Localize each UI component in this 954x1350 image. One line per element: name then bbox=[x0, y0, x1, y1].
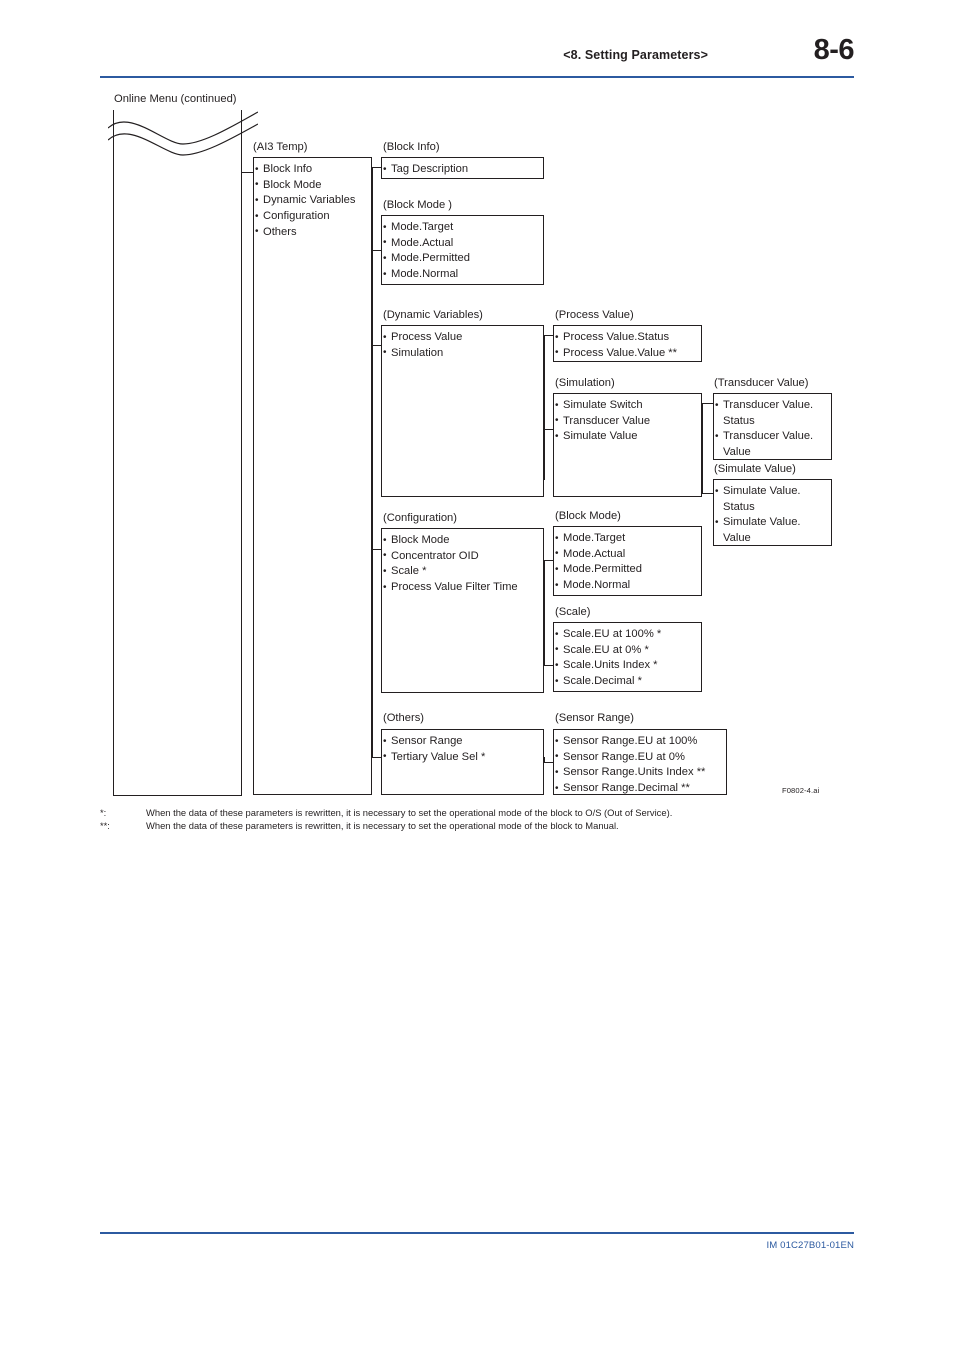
break-wave-icon bbox=[108, 111, 258, 156]
figure-id-label: F0802-4.ai bbox=[782, 786, 820, 795]
list-item[interactable]: Simulate Switch bbox=[554, 398, 701, 414]
list-item[interactable]: Simulate Value. bbox=[714, 515, 831, 531]
footnote-marker: **: bbox=[100, 820, 110, 832]
caption-process-value: (Process Value) bbox=[555, 309, 634, 321]
list-item[interactable]: Scale * bbox=[382, 564, 543, 580]
list-item[interactable]: Scale.EU at 0% * bbox=[554, 642, 701, 659]
list-item[interactable]: Transducer Value bbox=[554, 413, 701, 430]
list-item[interactable]: Sensor Range.EU at 0% bbox=[554, 749, 726, 766]
connector-column-to-ai3temp bbox=[241, 172, 253, 174]
list-item-continuation: Value bbox=[723, 532, 751, 545]
list-item[interactable]: Mode.Target bbox=[382, 220, 543, 236]
list-item[interactable]: Block Mode bbox=[382, 533, 543, 549]
caption-others: (Others) bbox=[383, 712, 425, 724]
list-item[interactable]: Mode.Normal bbox=[382, 267, 543, 283]
footnote-marker: *: bbox=[100, 807, 107, 818]
node-others[interactable]: Sensor Range Tertiary Value Sel * bbox=[381, 729, 544, 795]
list-item[interactable]: Tag Description bbox=[382, 162, 543, 178]
caption-ai3-temp: (AI3 Temp) bbox=[253, 141, 308, 153]
list-item[interactable]: Mode.Actual bbox=[554, 546, 701, 563]
list-item[interactable]: Scale.EU at 100% * bbox=[554, 627, 701, 643]
connector-simulation-stem bbox=[702, 403, 704, 493]
caption-scale: (Scale) bbox=[555, 606, 591, 618]
list-item-continuation: Status bbox=[723, 500, 755, 513]
caption-simulate-value: (Simulate Value) bbox=[714, 463, 796, 475]
node-simulate-value[interactable]: Simulate Value. Status Simulate Value. V… bbox=[713, 479, 832, 546]
list-item[interactable]: Mode.Permitted bbox=[382, 251, 543, 267]
menu-column-left-edge bbox=[113, 110, 115, 796]
list-item[interactable]: Process Value.Status bbox=[554, 330, 701, 346]
node-block-mode-2[interactable]: Mode.Target Mode.Actual Mode.Permitted M… bbox=[553, 526, 702, 596]
list-item[interactable]: Concentrator OID bbox=[382, 548, 543, 565]
node-scale[interactable]: Scale.EU at 100% * Scale.EU at 0% * Scal… bbox=[553, 622, 702, 692]
list-item[interactable]: Simulation bbox=[382, 345, 543, 362]
node-dynamic-variables[interactable]: Process Value Simulation bbox=[381, 325, 544, 497]
list-item[interactable]: Process Value Filter Time bbox=[382, 580, 543, 596]
list-item[interactable]: Tertiary Value Sel * bbox=[382, 749, 543, 766]
list-item[interactable]: Dynamic Variables bbox=[254, 193, 371, 209]
list-item-continuation: Value bbox=[723, 446, 751, 459]
node-block-info[interactable]: Tag Description bbox=[381, 157, 544, 179]
node-ai3-temp[interactable]: Block Info Block Mode Dynamic Variables … bbox=[253, 157, 372, 795]
diagram-title: Online Menu (continued) bbox=[114, 93, 237, 105]
caption-sensor-range: (Sensor Range) bbox=[555, 712, 634, 724]
list-item[interactable]: Sensor Range bbox=[382, 734, 543, 750]
list-item[interactable]: Simulate Value bbox=[554, 429, 701, 445]
menu-column-right-edge bbox=[241, 110, 243, 796]
caption-configuration: (Configuration) bbox=[383, 512, 457, 524]
list-item[interactable]: Transducer Value. bbox=[714, 429, 831, 445]
list-item[interactable]: Scale.Units Index * bbox=[554, 658, 701, 674]
node-sensor-range[interactable]: Sensor Range.EU at 100% Sensor Range.EU … bbox=[553, 729, 727, 797]
list-item[interactable]: Scale.Decimal * bbox=[554, 674, 701, 690]
list-item[interactable]: Process Value.Value ** bbox=[554, 345, 701, 362]
node-configuration[interactable]: Block Mode Concentrator OID Scale * Proc… bbox=[381, 528, 544, 693]
list-item[interactable]: Process Value bbox=[382, 330, 543, 346]
list-item[interactable]: Mode.Actual bbox=[382, 235, 543, 252]
footnote-row: **: When the data of these parameters is… bbox=[100, 819, 890, 832]
list-item-continuation: Status bbox=[723, 414, 755, 427]
caption-block-mode-2: (Block Mode) bbox=[555, 510, 621, 522]
list-item[interactable]: Transducer Value. bbox=[714, 398, 831, 414]
connector-ai3temp-stem bbox=[372, 167, 374, 757]
caption-dynamic-variables: (Dynamic Variables) bbox=[383, 309, 483, 321]
caption-simulation: (Simulation) bbox=[555, 377, 615, 389]
footnote-text: When the data of these parameters is rew… bbox=[146, 820, 619, 832]
footnotes: *: When the data of these parameters is … bbox=[100, 806, 890, 833]
node-simulation[interactable]: Simulate Switch Transducer Value Simulat… bbox=[553, 393, 702, 497]
node-transducer-value[interactable]: Transducer Value. Status Transducer Valu… bbox=[713, 393, 832, 460]
node-block-mode-1[interactable]: Mode.Target Mode.Actual Mode.Permitted M… bbox=[381, 215, 544, 285]
list-item[interactable]: Sensor Range.EU at 100% bbox=[554, 734, 726, 750]
footnote-row: *: When the data of these parameters is … bbox=[100, 806, 890, 819]
connector-dynamic-variables-stem bbox=[544, 335, 546, 480]
footer-divider-rule bbox=[100, 1232, 854, 1234]
list-item[interactable]: Simulate Value. bbox=[714, 484, 831, 500]
document-id: IM 01C27B01-01EN bbox=[766, 1240, 854, 1251]
node-process-value[interactable]: Process Value.Status Process Value.Value… bbox=[553, 325, 702, 362]
connector-configuration-stem bbox=[544, 560, 546, 665]
list-item[interactable]: Mode.Permitted bbox=[554, 562, 701, 578]
list-item[interactable]: Block Info bbox=[254, 162, 371, 178]
menu-tree-diagram: Online Menu (continued) (AI3 Temp) Block… bbox=[0, 0, 954, 860]
list-item[interactable]: Others bbox=[254, 224, 371, 241]
caption-block-mode-1: (Block Mode ) bbox=[383, 199, 453, 211]
caption-transducer-value: (Transducer Value) bbox=[714, 377, 809, 389]
list-item[interactable]: Block Mode bbox=[254, 177, 371, 194]
list-item[interactable]: Mode.Normal bbox=[554, 578, 701, 594]
caption-block-info: (Block Info) bbox=[383, 141, 440, 153]
list-item[interactable]: Mode.Target bbox=[554, 531, 701, 547]
footnote-text: When the data of these parameters is rew… bbox=[146, 807, 673, 818]
list-item[interactable]: Sensor Range.Decimal ** bbox=[554, 781, 726, 797]
menu-column-bottom-edge bbox=[113, 795, 242, 797]
list-item[interactable]: Sensor Range.Units Index ** bbox=[554, 765, 726, 781]
list-item[interactable]: Configuration bbox=[254, 209, 371, 225]
